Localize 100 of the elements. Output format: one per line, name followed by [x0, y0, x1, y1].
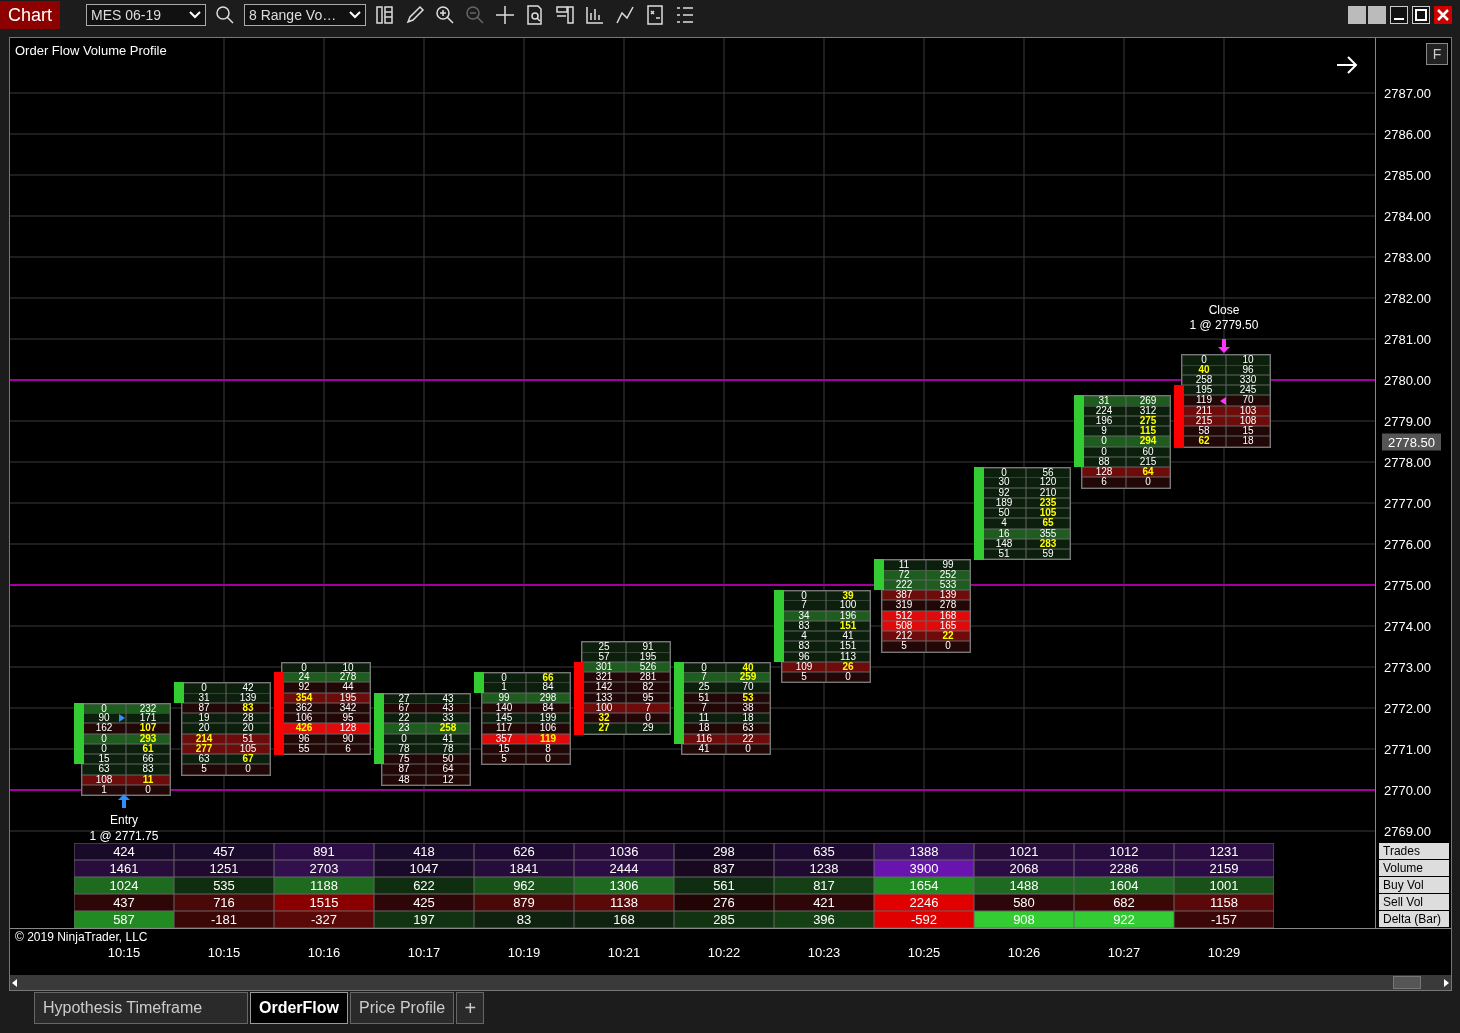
bid-cell: 5 — [881, 641, 926, 653]
bid-cell: 27 — [581, 723, 626, 735]
arrow-icon[interactable] — [1335, 55, 1359, 75]
bid-cell: 41 — [681, 743, 726, 756]
price-label: 2778.00 — [1384, 454, 1431, 470]
instrument-dropdown[interactable]: MES 06-19 — [86, 4, 206, 26]
stat-cell: 580 — [974, 894, 1074, 911]
ask-cell: 70 — [1226, 395, 1271, 406]
ask-cell: 59 — [1026, 549, 1071, 561]
bid-cell: 140 — [481, 702, 526, 714]
ask-cell: 78 — [426, 743, 471, 755]
time-label: 10:19 — [506, 945, 542, 960]
bid-cell: 34 — [781, 610, 826, 621]
time-label: 10:25 — [906, 945, 942, 960]
tab[interactable]: Hypothesis Timeframe — [34, 992, 248, 1024]
bid-cell: 319 — [881, 600, 926, 611]
bar-chart-icon[interactable] — [584, 4, 606, 26]
ask-cell: 51 — [226, 733, 271, 744]
add-tab-button[interactable]: + — [456, 992, 485, 1024]
ask-cell: 64 — [1126, 467, 1171, 478]
ask-cell: 278 — [326, 672, 371, 683]
ask-cell: 0 — [726, 743, 771, 756]
stat-cell: 2159 — [1174, 860, 1274, 877]
bid-cell: 4 — [981, 518, 1026, 529]
time-label: 10:26 — [1006, 945, 1042, 960]
price-label: 2787.00 — [1384, 85, 1431, 101]
line-chart-icon[interactable] — [614, 4, 636, 26]
zoom-out-icon[interactable] — [464, 4, 486, 26]
stat-cell: 1654 — [874, 877, 974, 894]
list-icon[interactable] — [674, 4, 696, 26]
stat-cell: 168 — [574, 911, 674, 928]
bid-cell: 18 — [681, 723, 726, 734]
close-icon[interactable] — [1434, 6, 1452, 24]
bid-cell: 211 — [1181, 405, 1226, 416]
ask-cell: 105 — [1026, 508, 1071, 519]
pencil-icon[interactable] — [404, 4, 426, 26]
minimize-icon[interactable] — [1390, 6, 1408, 24]
stat-cell: 437 — [74, 894, 174, 911]
bid-cell: 87 — [381, 764, 426, 775]
bid-cell: 11 — [681, 713, 726, 724]
ask-cell: 96 — [1226, 364, 1271, 375]
stat-cell: 421 — [774, 894, 874, 911]
price-label: 2780.00 — [1384, 372, 1431, 388]
bid-cell: 62 — [1181, 436, 1226, 448]
bid-cell: 72 — [881, 569, 926, 580]
ask-cell: 43 — [426, 692, 471, 704]
stat-cell: 908 — [974, 911, 1074, 928]
price-label: 2781.00 — [1384, 331, 1431, 347]
bid-cell: 0 — [1181, 354, 1226, 366]
stat-cell: 1251 — [174, 860, 274, 877]
ask-cell: 11 — [126, 774, 171, 785]
bid-cell: 512 — [881, 610, 926, 621]
stat-cell: 1238 — [774, 860, 874, 877]
tab[interactable]: OrderFlow — [250, 992, 348, 1024]
ask-cell: 63 — [726, 723, 771, 734]
crosshair-icon[interactable] — [494, 4, 516, 26]
left-arrow-icon[interactable] — [10, 977, 20, 988]
bar-type-dropdown[interactable]: 8 Range Vo… — [244, 4, 366, 26]
ask-cell: 139 — [926, 590, 971, 601]
ask-cell: 15 — [1226, 426, 1271, 437]
panel-button[interactable]: F — [1426, 43, 1448, 65]
ask-cell: 105 — [226, 743, 271, 755]
stat-cell: 587 — [74, 911, 174, 928]
bid-cell: 99 — [481, 692, 526, 703]
stat-cell: -157 — [1174, 911, 1274, 928]
stat-cell: 2068 — [974, 860, 1074, 877]
calculator-icon[interactable] — [644, 4, 666, 26]
ask-cell: 151 — [826, 641, 871, 652]
bid-cell: 116 — [681, 733, 726, 744]
ask-cell: 258 — [426, 723, 471, 734]
right-arrow-icon[interactable] — [1441, 977, 1451, 988]
tab[interactable]: Price Profile — [350, 992, 455, 1024]
time-label: 10:16 — [306, 945, 342, 960]
up-arrow-icon — [118, 794, 130, 808]
bid-cell: 23 — [381, 723, 426, 734]
scrollbar[interactable] — [10, 975, 1451, 990]
ask-cell: 38 — [726, 702, 771, 714]
time-label: 10:21 — [606, 945, 642, 960]
bid-cell: 0 — [1081, 436, 1126, 447]
ask-cell: 0 — [1126, 477, 1171, 489]
stat-cell: 1231 — [1174, 843, 1274, 860]
bid-cell: 15 — [81, 754, 126, 765]
scroll-thumb[interactable] — [1393, 976, 1421, 989]
price-label: 2771.00 — [1384, 741, 1431, 757]
search-icon[interactable] — [214, 4, 236, 26]
ask-cell: 107 — [126, 723, 171, 734]
app-title: Chart — [0, 1, 60, 29]
stat-cell: 1036 — [574, 843, 674, 860]
bid-cell: 88 — [1081, 456, 1126, 468]
columns-icon[interactable] — [374, 4, 396, 26]
ask-cell: 119 — [526, 733, 571, 744]
bid-cell: 214 — [181, 733, 226, 744]
stat-cell: 879 — [474, 894, 574, 911]
maximize-icon[interactable] — [1412, 6, 1430, 24]
layout-icon[interactable] — [554, 4, 576, 26]
bid-cell: 1 — [481, 682, 526, 693]
ask-cell: 128 — [326, 723, 371, 734]
zoom-in-icon[interactable] — [434, 4, 456, 26]
bid-cell: 119 — [1181, 395, 1226, 406]
stat-cell: 1158 — [1174, 894, 1274, 911]
